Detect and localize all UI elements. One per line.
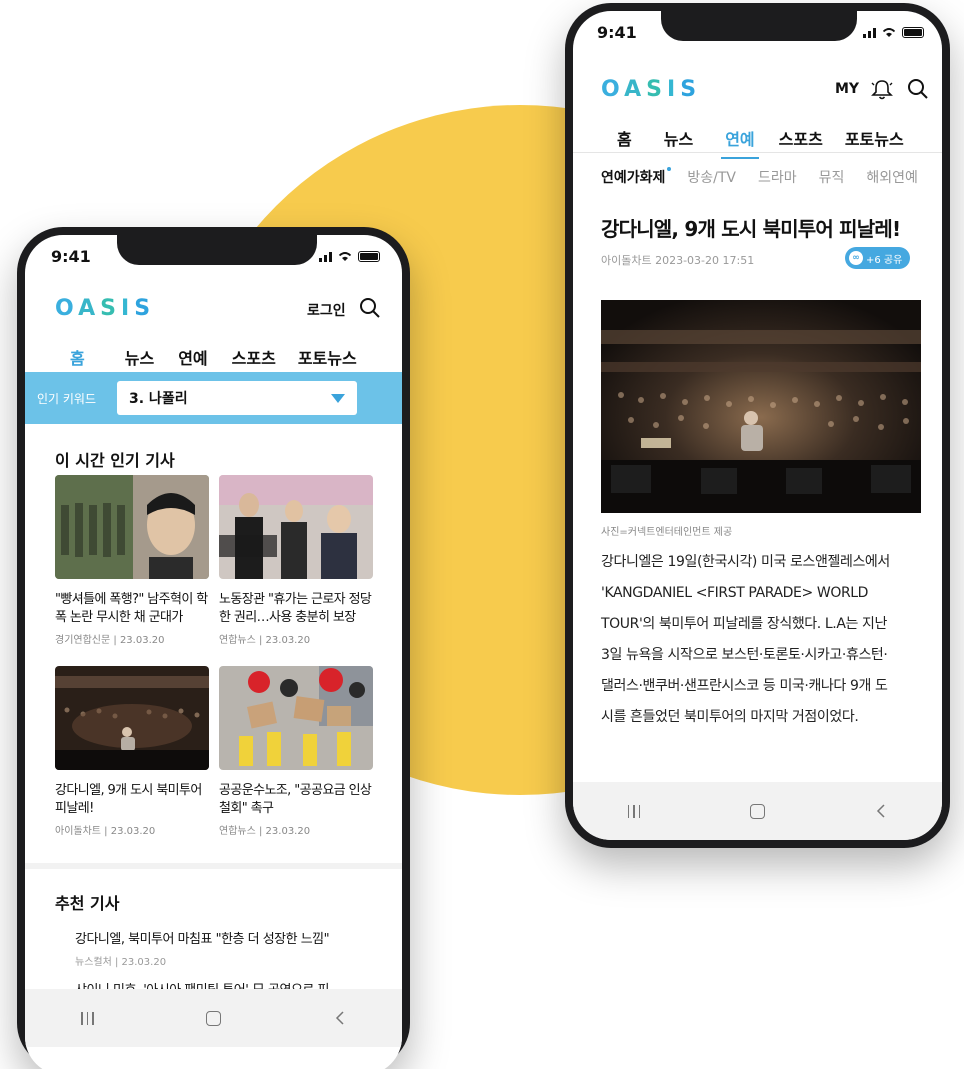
section-divider [25,863,402,869]
tab-sports[interactable]: 스포츠 [232,345,276,369]
article-thumbnail [55,666,209,770]
back-icon[interactable] [875,803,887,819]
tab-photo-news[interactable]: 포토뉴스 [845,126,904,150]
recents-icon[interactable] [627,804,641,818]
home-icon[interactable] [206,1010,222,1026]
left-phone: 9:41 OASIS 로그인 홈 뉴스 연예 스포츠 포토뉴스 인기 키워드 3… [17,227,410,1069]
dropdown-caret-icon [331,393,345,403]
article-thumbnail [55,475,209,579]
recents-icon[interactable] [81,1011,94,1025]
subtab-overseas[interactable]: 해외연예 [866,167,918,187]
android-nav-bar [573,782,942,840]
notch [661,11,857,41]
photo-caption: 사진=커넥트엔터테인먼트 제공 [601,527,733,538]
subtab-hot[interactable]: 연예가화제 [601,167,672,187]
subtab-broadcast[interactable]: 방송/TV [687,167,736,187]
share-button[interactable]: ∞ +6 공유 [845,247,911,269]
article-photo [601,300,921,513]
subtab-drama[interactable]: 드라마 [758,167,797,187]
article-card[interactable]: "빵셔틀에 폭행?" 남주혁이 학폭 논란 무시한 채 군대가 경기연합신문 |… [55,475,209,646]
signal-icon [863,26,876,38]
oasis-logo[interactable]: OASIS [55,296,155,321]
article-meta: 아이돌차트 | 23.03.20 [55,826,156,837]
article-card[interactable]: 노동장관 "휴가는 근로자 정당한 권리…사용 충분히 보장 연합뉴스 | 23… [219,475,373,646]
stage: 9:41 OASIS MY 홈 뉴스 연예 스포츠 포토뉴스 연예가화제 방송/… [0,0,964,1069]
body-line: TOUR'의 북미투어 피날레를 장식했다. L.A는 지난 [601,616,888,632]
body-line: 3일 뉴욕을 시작으로 보스턴·토론토·시카고·휴스턴· [601,647,888,663]
article-meta: 연합뉴스 | 23.03.20 [219,826,311,837]
link-icon: ∞ [849,251,863,265]
status-icons [319,250,380,262]
tab-photo-news[interactable]: 포토뉴스 [298,345,357,369]
right-screen: 9:41 OASIS MY 홈 뉴스 연예 스포츠 포토뉴스 연예가화제 방송/… [573,11,942,840]
home-icon[interactable] [750,803,766,819]
sub-tabs: 연예가화제 방송/TV 드라마 뮤직 해외연예 [601,167,918,187]
body-line: 시를 흔들었던 북미투어의 마지막 거점이었다. [601,709,859,725]
search-icon[interactable] [359,297,381,319]
body-line: 강다니엘은 19일(한국시각) 미국 로스앤젤레스에서 [601,554,890,570]
wifi-icon [338,252,352,261]
recommend-section-title: 추천 기사 [55,894,120,913]
bell-icon[interactable] [869,77,895,101]
article-body: 강다니엘은 19일(한국시각) 미국 로스앤젤레스에서 'KANGDANIEL … [601,547,890,733]
article-card[interactable]: 공공운수노조, "공공요금 인상 철회" 촉구 연합뉴스 | 23.03.20 [219,666,373,837]
body-line: 댈러스·밴쿠버·샌프란시스코 등 미국·캐나다 9개 도 [601,678,888,694]
article-card[interactable]: 강다니엘, 9개 도시 북미투어 피날레! 아이돌차트 | 23.03.20 [55,666,209,837]
battery-icon [902,26,924,38]
article-thumbnail [219,666,373,770]
tab-news[interactable]: 뉴스 [664,126,693,150]
article-title: "빵셔틀에 폭행?" 남주혁이 학폭 논란 무시한 채 군대가 [55,592,208,625]
keyword-selected: 3. 나폴리 [129,391,188,407]
subtab-music[interactable]: 뮤직 [819,167,845,187]
article-meta: 연합뉴스 | 23.03.20 [219,635,311,646]
keyword-bar: 인기 키워드 3. 나폴리 [25,372,402,424]
main-tabs: 홈 뉴스 연예 스포츠 포토뉴스 [617,126,904,159]
wifi-icon [882,28,896,37]
tab-sports[interactable]: 스포츠 [779,126,823,150]
main-tabs: 홈 뉴스 연예 스포츠 포토뉴스 [66,345,357,378]
recommend-meta: 뉴스컬처 | 23.03.20 [75,957,167,968]
article-thumbnail [219,475,373,579]
status-time: 9:41 [51,247,91,266]
tab-news[interactable]: 뉴스 [125,345,154,369]
tab-entertainment[interactable]: 연예 [721,126,760,159]
left-screen: 9:41 OASIS 로그인 홈 뉴스 연예 스포츠 포토뉴스 인기 키워드 3… [25,235,402,1069]
recommend-item[interactable]: 강다니엘, 북미투어 마침표 "한층 더 성장한 느낌" 뉴스컬처 | 23.0… [75,928,330,968]
recommend-title: 강다니엘, 북미투어 마침표 "한층 더 성장한 느낌" [75,932,330,947]
tab-home[interactable]: 홈 [617,126,632,150]
body-line: 'KANGDANIEL <FIRST PARADE> WORLD [601,585,869,601]
oasis-logo[interactable]: OASIS [601,77,701,102]
android-nav-bar [25,989,402,1047]
article-title: 노동장관 "휴가는 근로자 정당한 권리…사용 충분히 보장 [219,592,372,625]
article-title: 강다니엘, 9개 도시 북미투어 피날레! [55,783,202,816]
status-icons [863,26,924,38]
login-button[interactable]: 로그인 [307,300,346,320]
article-title: 공공운수노조, "공공요금 인상 철회" 촉구 [219,783,372,816]
article-title: 강다니엘, 9개 도시 북미투어 피날레! [601,217,901,241]
popular-section-title: 이 시간 인기 기사 [55,451,175,470]
tab-entertainment[interactable]: 연예 [178,345,207,369]
my-button[interactable]: MY [835,81,859,97]
battery-icon [358,250,380,262]
tabs-divider [573,152,942,153]
notch [117,235,317,265]
share-label: +6 공유 [866,254,903,266]
new-dot [667,167,672,171]
back-icon[interactable] [334,1010,346,1026]
article-meta: 아이돌차트 2023-03-20 17:51 [601,254,755,267]
status-time: 9:41 [597,23,637,42]
search-icon[interactable] [907,78,929,100]
article-meta: 경기연합신문 | 23.03.20 [55,635,165,646]
tab-home[interactable]: 홈 [66,345,89,378]
signal-icon [319,250,332,262]
right-phone: 9:41 OASIS MY 홈 뉴스 연예 스포츠 포토뉴스 연예가화제 방송/… [565,3,950,848]
keyword-select[interactable]: 3. 나폴리 [117,381,357,415]
keyword-label: 인기 키워드 [37,391,97,406]
